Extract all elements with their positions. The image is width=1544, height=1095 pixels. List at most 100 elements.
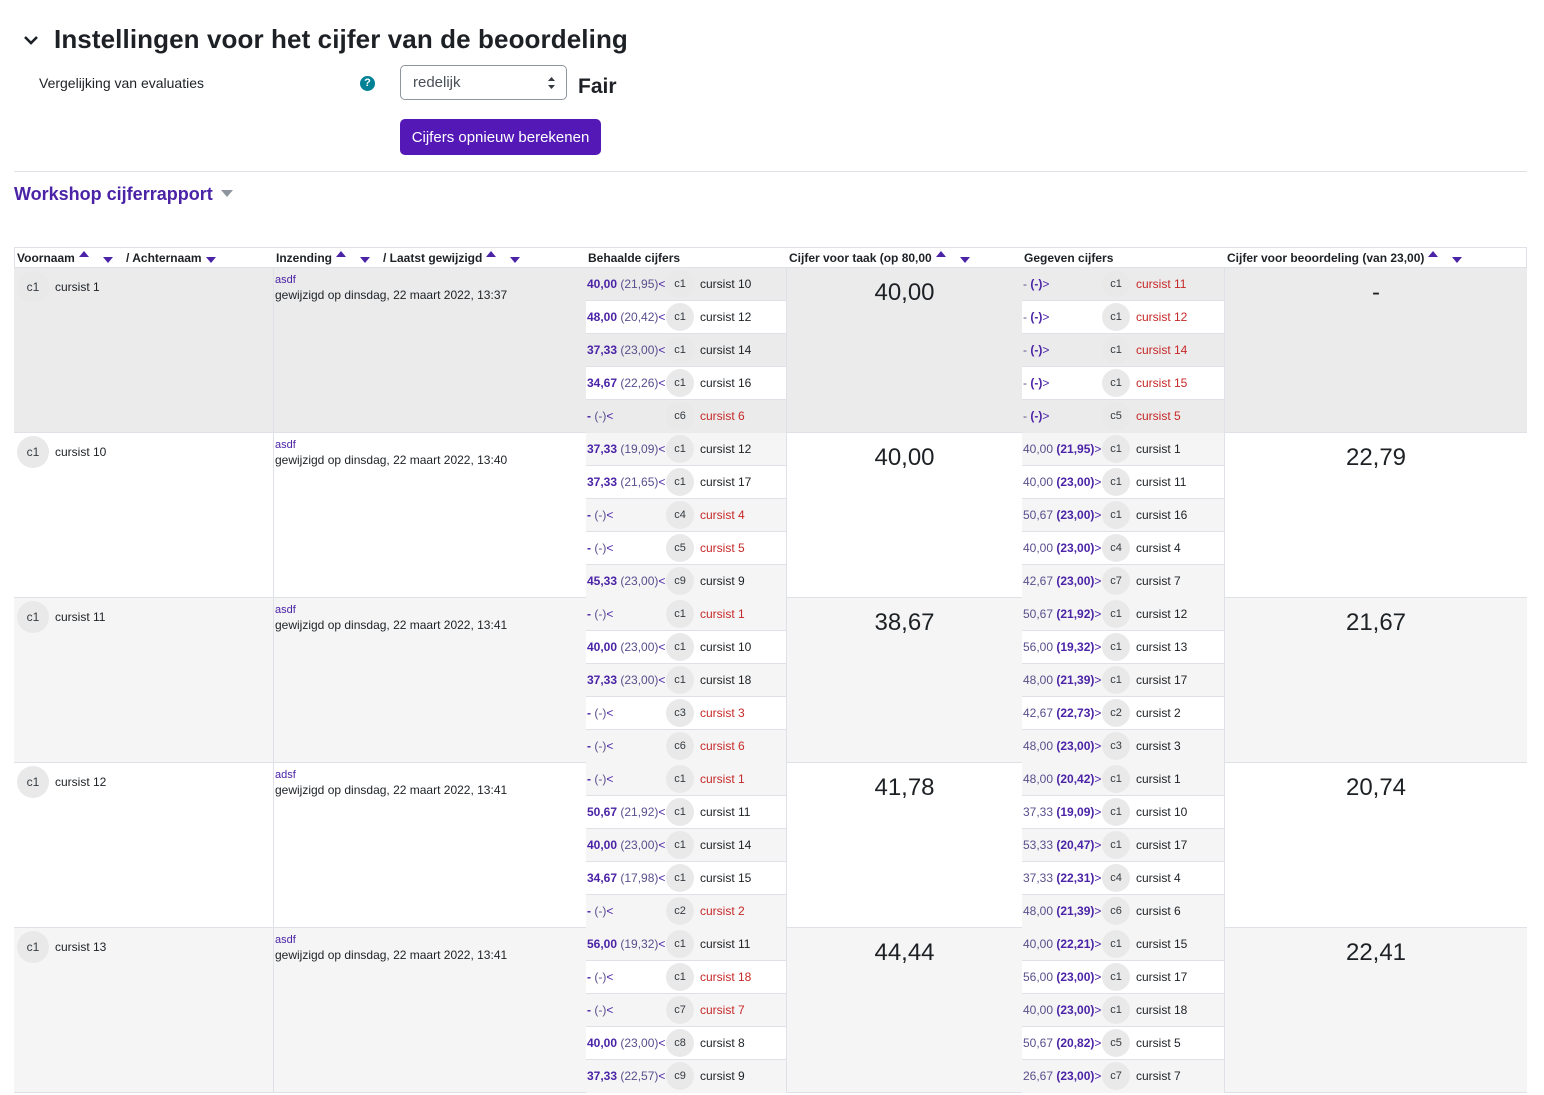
avatar[interactable]: c1 — [1102, 798, 1130, 826]
avatar[interactable]: c1 — [666, 666, 694, 694]
given-grade-item[interactable]: 40,00 (21,95)> c1 cursist 1 — [1022, 433, 1224, 466]
received-grade-item[interactable]: - (-)< c7 cursist 7 — [586, 994, 786, 1027]
avatar[interactable]: c1 — [666, 633, 694, 661]
sort-up-icon[interactable] — [78, 251, 89, 257]
avatar[interactable]: c1 — [1102, 336, 1130, 364]
header-firstname[interactable]: Voornaam — [17, 251, 113, 265]
given-grade-item[interactable]: 37,33 (22,31)> c4 cursist 4 — [1022, 862, 1224, 895]
avatar[interactable]: c1 — [1102, 435, 1130, 463]
reviewer-name[interactable]: cursist 14 — [1136, 343, 1187, 357]
reviewer-name[interactable]: cursist 9 — [700, 574, 745, 588]
sort-up-icon[interactable] — [336, 251, 346, 257]
reviewer-name[interactable]: cursist 15 — [1136, 376, 1187, 390]
reviewer-name[interactable]: cursist 1 — [700, 607, 745, 621]
received-grade-item[interactable]: 37,33 (22,57)< c9 cursist 9 — [586, 1060, 786, 1093]
avatar[interactable]: c9 — [666, 1062, 694, 1090]
received-grade-item[interactable]: 34,67 (17,98)< c1 cursist 15 — [586, 862, 786, 895]
reviewer-name[interactable]: cursist 7 — [1136, 1069, 1181, 1083]
submission-title[interactable]: asdf — [275, 934, 296, 946]
reviewer-name[interactable]: cursist 3 — [1136, 739, 1181, 753]
avatar[interactable]: c1 — [17, 436, 49, 468]
avatar[interactable]: c2 — [1102, 699, 1130, 727]
reviewer-name[interactable]: cursist 18 — [1136, 1003, 1187, 1017]
submission-title[interactable]: asdf — [275, 439, 296, 451]
received-grade-item[interactable]: 50,67 (21,92)< c1 cursist 11 — [586, 796, 786, 829]
avatar[interactable]: c1 — [1102, 666, 1130, 694]
reviewer-name[interactable]: cursist 2 — [700, 904, 745, 918]
avatar[interactable]: c1 — [666, 270, 694, 298]
received-grade-item[interactable]: - (-)< c1 cursist 18 — [586, 961, 786, 994]
reviewer-name[interactable]: cursist 9 — [700, 1069, 745, 1083]
avatar[interactable]: c1 — [1102, 501, 1130, 529]
avatar[interactable]: c1 — [666, 435, 694, 463]
given-grade-item[interactable]: 40,00 (23,00)> c1 cursist 11 — [1022, 466, 1224, 499]
reviewer-name[interactable]: cursist 12 — [700, 310, 751, 324]
received-grade-item[interactable]: 40,00 (23,00)< c8 cursist 8 — [586, 1027, 786, 1060]
reviewer-name[interactable]: cursist 10 — [700, 277, 751, 291]
recalculate-button[interactable]: Cijfers opnieuw berekenen — [400, 119, 601, 155]
reviewer-name[interactable]: cursist 11 — [700, 937, 750, 951]
reviewer-name[interactable]: cursist 4 — [700, 508, 745, 522]
received-grade-item[interactable]: - (-)< c1 cursist 1 — [586, 598, 786, 631]
section-header[interactable]: Instellingen voor het cijfer van de beoo… — [22, 24, 628, 55]
header-lastname[interactable]: / Achternaam — [126, 251, 216, 265]
given-grade-item[interactable]: 40,00 (23,00)> c1 cursist 18 — [1022, 994, 1224, 1027]
reviewer-name[interactable]: cursist 3 — [700, 706, 745, 720]
reviewer-name[interactable]: cursist 12 — [1136, 310, 1187, 324]
sort-up-icon[interactable] — [935, 251, 946, 257]
avatar[interactable]: c1 — [17, 601, 49, 633]
given-grade-item[interactable]: 48,00 (21,39)> c6 cursist 6 — [1022, 895, 1224, 928]
avatar[interactable]: c1 — [666, 303, 694, 331]
reviewer-name[interactable]: cursist 6 — [700, 739, 745, 753]
chevron-down-icon[interactable] — [22, 31, 40, 49]
avatar[interactable]: c4 — [1102, 864, 1130, 892]
avatar[interactable]: c2 — [666, 897, 694, 925]
student-name[interactable]: cursist 11 — [55, 610, 105, 624]
header-lastmodified[interactable]: / Laatst gewijzigd — [383, 251, 521, 265]
reviewer-name[interactable]: cursist 14 — [700, 838, 751, 852]
reviewer-name[interactable]: cursist 1 — [700, 772, 745, 786]
sort-down-icon[interactable] — [360, 257, 370, 263]
student-name[interactable]: cursist 10 — [55, 445, 106, 459]
received-grade-item[interactable]: 37,33 (19,09)< c1 cursist 12 — [586, 433, 786, 466]
sort-down-icon[interactable] — [102, 257, 113, 263]
received-grade-item[interactable]: - (-)< c5 cursist 5 — [586, 532, 786, 565]
avatar[interactable]: c1 — [17, 766, 49, 798]
received-grade-item[interactable]: - (-)< c6 cursist 6 — [586, 400, 786, 433]
avatar[interactable]: c1 — [17, 271, 49, 303]
avatar[interactable]: c1 — [1102, 930, 1130, 958]
student-name[interactable]: cursist 12 — [55, 775, 106, 789]
reviewer-name[interactable]: cursist 6 — [700, 409, 745, 423]
reviewer-name[interactable]: cursist 12 — [1136, 607, 1187, 621]
avatar[interactable]: c1 — [1102, 303, 1130, 331]
reviewer-name[interactable]: cursist 2 — [1136, 706, 1181, 720]
received-grade-item[interactable]: 40,00 (23,00)< c1 cursist 14 — [586, 829, 786, 862]
avatar[interactable]: c1 — [666, 600, 694, 628]
reviewer-name[interactable]: cursist 17 — [1136, 673, 1187, 687]
avatar[interactable]: c1 — [666, 765, 694, 793]
given-grade-item[interactable]: 53,33 (20,47)> c1 cursist 17 — [1022, 829, 1224, 862]
header-assessment-grade[interactable]: Cijfer voor beoordeling (van 23,00) — [1227, 251, 1463, 265]
received-grade-item[interactable]: - (-)< c3 cursist 3 — [586, 697, 786, 730]
reviewer-name[interactable]: cursist 15 — [700, 871, 751, 885]
avatar[interactable]: c4 — [666, 501, 694, 529]
avatar[interactable]: c1 — [666, 864, 694, 892]
given-grade-item[interactable]: - (-)> c1 cursist 15 — [1022, 367, 1224, 400]
given-grade-item[interactable]: 37,33 (19,09)> c1 cursist 10 — [1022, 796, 1224, 829]
reviewer-name[interactable]: cursist 8 — [700, 1036, 745, 1050]
reviewer-name[interactable]: cursist 7 — [700, 1003, 745, 1017]
avatar[interactable]: c1 — [1102, 996, 1130, 1024]
given-grade-item[interactable]: 42,67 (23,00)> c7 cursist 7 — [1022, 565, 1224, 598]
given-grade-item[interactable]: - (-)> c1 cursist 12 — [1022, 301, 1224, 334]
report-title[interactable]: Workshop cijferrapport — [14, 184, 233, 205]
submission-title[interactable]: asdf — [275, 604, 296, 616]
sort-down-icon[interactable] — [205, 257, 216, 263]
reviewer-name[interactable]: cursist 5 — [1136, 1036, 1181, 1050]
header-task-grade[interactable]: Cijfer voor taak (op 80,00 — [789, 251, 970, 265]
given-grade-item[interactable]: 48,00 (23,00)> c3 cursist 3 — [1022, 730, 1224, 763]
received-grade-item[interactable]: 37,33 (23,00)< c1 cursist 18 — [586, 664, 786, 697]
received-grade-item[interactable]: 56,00 (19,32)< c1 cursist 11 — [586, 928, 786, 961]
given-grade-item[interactable]: 40,00 (23,00)> c4 cursist 4 — [1022, 532, 1224, 565]
given-grade-item[interactable]: 56,00 (19,32)> c1 cursist 13 — [1022, 631, 1224, 664]
avatar[interactable]: c1 — [1102, 270, 1130, 298]
